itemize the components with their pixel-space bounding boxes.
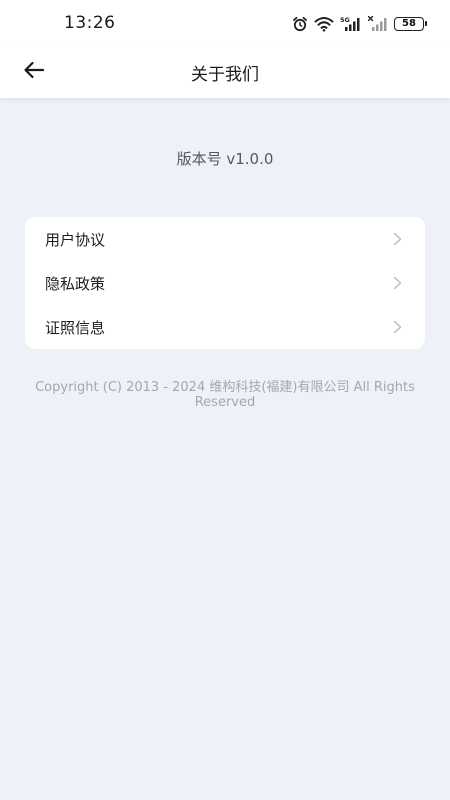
signal-5g-icon: 5G: [340, 16, 362, 32]
alarm-icon: [292, 16, 308, 32]
battery-icon: 58: [394, 17, 427, 31]
menu-item-label: 隐私政策: [45, 274, 106, 293]
wifi-icon: [314, 16, 334, 32]
chevron-right-icon: [393, 320, 403, 334]
menu-item-user-agreement[interactable]: 用户协议: [25, 217, 425, 261]
chevron-right-icon: [393, 276, 403, 290]
nav-bar: 关于我们: [0, 46, 450, 98]
version-text: 版本号 v1.0.0: [176, 150, 274, 168]
status-bar: 13:26 5G 58: [0, 0, 450, 46]
menu-card: 用户协议 隐私政策 证照信息: [25, 217, 425, 349]
menu-item-label: 证照信息: [45, 318, 106, 337]
page-title: 关于我们: [191, 65, 259, 85]
copyright-text: Copyright (C) 2013 - 2024 维构科技(福建)有限公司 A…: [35, 380, 415, 410]
menu-item-label: 用户协议: [45, 230, 106, 249]
status-time: 13:26: [64, 13, 116, 33]
signal-no-sim-icon: [368, 16, 388, 32]
menu-item-privacy-policy[interactable]: 隐私政策: [25, 261, 425, 305]
menu-item-license-info[interactable]: 证照信息: [25, 305, 425, 349]
svg-text:5G: 5G: [340, 16, 350, 24]
status-icons: 5G 58: [292, 14, 427, 34]
chevron-right-icon: [393, 232, 403, 246]
